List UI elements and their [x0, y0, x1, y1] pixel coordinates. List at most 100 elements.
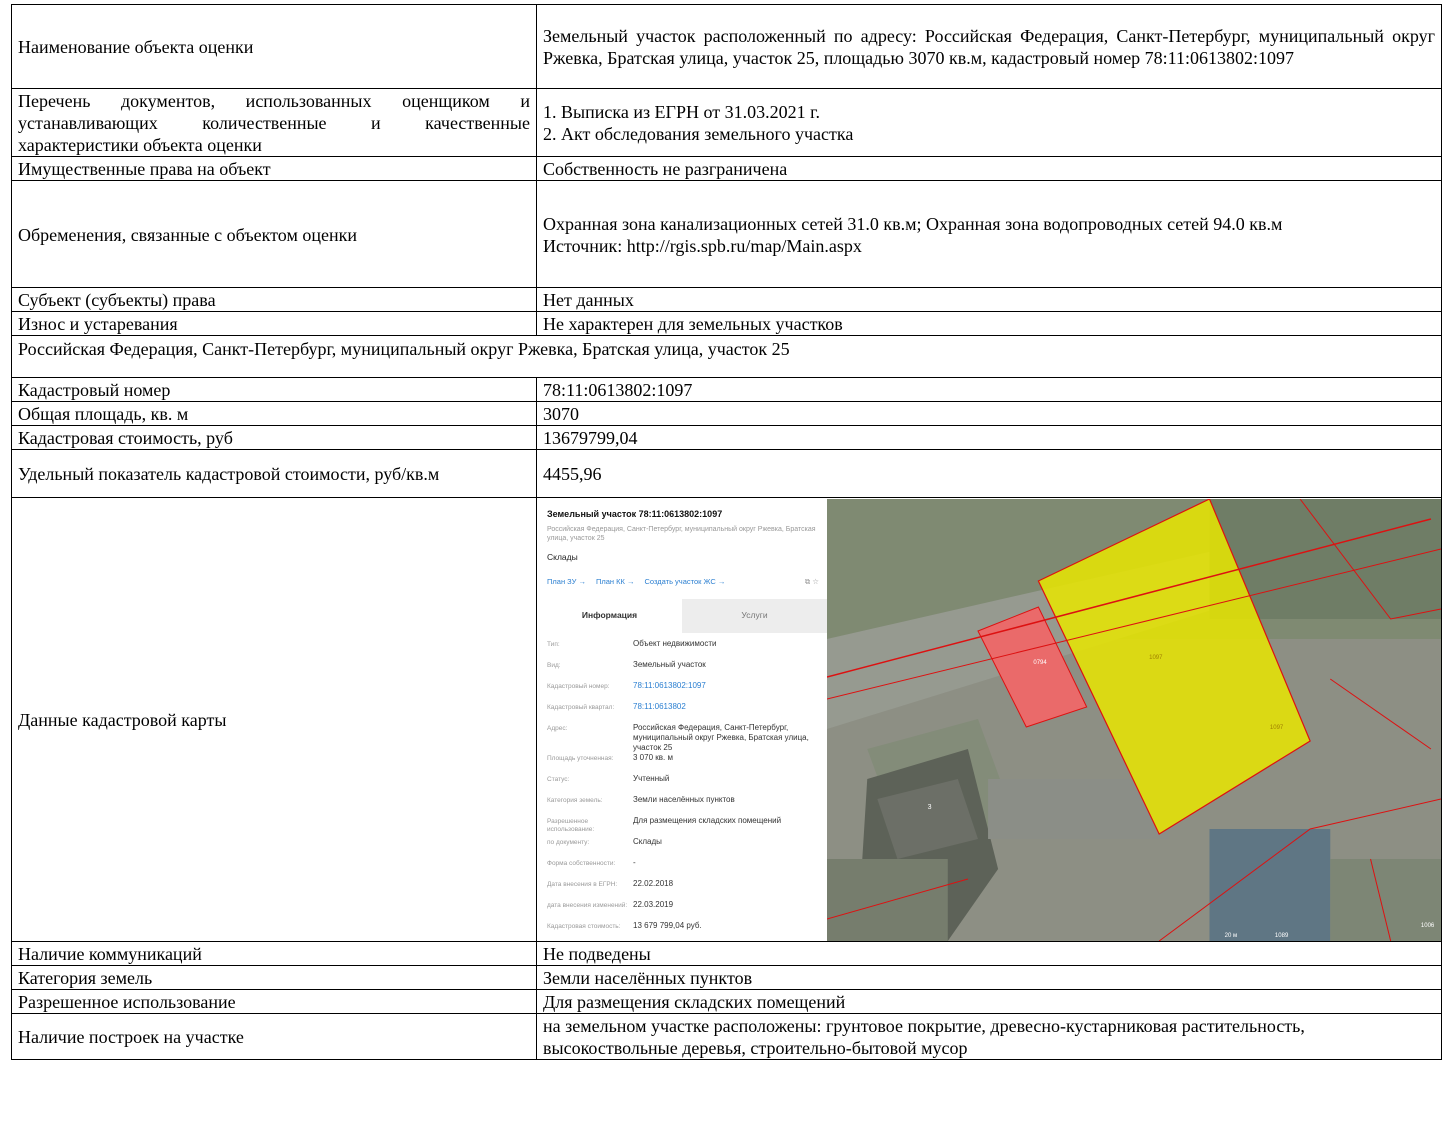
cell-subject-value: Нет данных — [536, 287, 1442, 312]
share-star-icon[interactable]: ⧉ ☆ — [805, 571, 819, 593]
panel-kind: Склады — [547, 551, 578, 562]
panel-field-value: Учтенный — [633, 773, 670, 783]
map-info-panel: Земельный участок 78:11:0613802:1097 Рос… — [537, 498, 827, 941]
panel-field-row: Адрес: Российская Федерация, Санкт-Петерб… — [547, 723, 827, 753]
panel-field-row: Площадь уточненная: 3 070 кв. м — [547, 753, 827, 774]
panel-field-key: дата внесения изменений: — [547, 901, 628, 909]
panel-field-key: Вид: — [547, 661, 561, 669]
cell-communications-value: Не подведены — [536, 941, 1442, 966]
tab-services[interactable]: Услуги — [682, 598, 827, 633]
create-plot-link[interactable]: Создать участок ЖС → — [644, 571, 725, 593]
encumbrance-text: Охранная зона канализационных сетей 31.0… — [543, 213, 1283, 234]
cell-map-label: Данные кадастровой карты — [11, 497, 537, 942]
satellite-image: 1097 1097 0794 3 1089 1006 20 м — [827, 498, 1441, 941]
panel-tabs: Информация Услуги — [537, 598, 827, 633]
cell-permitted-use-value: Для размещения складских помещений — [536, 989, 1442, 1014]
cell-cadastral-number-label: Кадастровый номер — [11, 377, 537, 402]
cell-permitted-use-label: Разрешенное использование — [11, 989, 537, 1014]
panel-field-row: Категория земель: Земли населённых пункто… — [547, 795, 827, 816]
panel-field-value: 22.02.2018 — [633, 878, 674, 888]
cadastral-map: Земельный участок 78:11:0613802:1097 Рос… — [537, 498, 1441, 941]
document-item-1: 1. Выписка из ЕГРН от 31.03.2021 г. — [543, 102, 820, 122]
cell-rights-value: Собственность не разграничена — [536, 156, 1442, 181]
cell-map-value: Земельный участок 78:11:0613802:1097 Рос… — [536, 497, 1442, 942]
cell-encumbrances-label: Обременения, связанные с объектом оценки — [11, 180, 537, 288]
panel-field-row: Форма собственности: - — [547, 858, 827, 879]
panel-fields: Тип: Объект недвижимости Вид: Земельный уча… — [547, 639, 827, 941]
panel-field-key: Разрешенное использование: — [547, 817, 595, 833]
panel-field-row: Разрешенное использование: Для размещения… — [547, 816, 827, 837]
panel-field-value: Российская Федерация, Санкт-Петербург, м… — [633, 722, 809, 752]
cell-subject-label: Субъект (субъекты) права — [11, 287, 537, 312]
tab-information[interactable]: Информация — [537, 599, 682, 633]
cell-documents-label: Перечень документов, использованных оцен… — [11, 88, 537, 157]
map-label-1006: 1006 — [1421, 923, 1435, 929]
panel-field-key: Кадастровая стоимость: — [547, 922, 621, 930]
plan-kk-link[interactable]: План КК → — [596, 571, 635, 593]
panel-field-value[interactable]: 78:11:0613802 — [633, 702, 827, 712]
cell-buildings-value: на земельном участке расположены: грунто… — [536, 1013, 1442, 1060]
panel-field-key: Форма собственности: — [547, 859, 616, 867]
map-label-1097a: 1097 — [1149, 655, 1163, 661]
panel-field-value: Земли населённых пунктов — [633, 794, 735, 804]
panel-field-key: по документу: — [547, 838, 590, 846]
panel-field-key: Кадастровый номер: — [547, 682, 610, 690]
panel-field-row: Тип: Объект недвижимости — [547, 639, 827, 660]
panel-subtitle: Российская Федерация, Санкт-Петербург, м… — [547, 525, 816, 542]
panel-field-value: 22.03.2019 — [633, 899, 674, 909]
panel-field-value: - — [633, 857, 636, 867]
map-label-1089: 1089 — [1275, 933, 1289, 939]
cell-buildings-label: Наличие построек на участке — [11, 1013, 537, 1060]
cell-rights-label: Имущественные права на объект — [11, 156, 537, 181]
map-label-3: 3 — [928, 804, 932, 811]
cell-cadastral-number-value: 78:11:0613802:1097 — [536, 377, 1442, 402]
panel-field-value: Земельный участок — [633, 659, 706, 669]
cell-specific-cost-value: 4455,96 — [536, 449, 1442, 498]
address-row: Российская Федерация, Санкт-Петербург, м… — [11, 335, 1442, 378]
map-label-1097b: 1097 — [1270, 725, 1284, 731]
property-table: Наименование объекта оценки Земельный уч… — [11, 4, 1442, 1060]
cell-encumbrances-value: Охранная зона канализационных сетей 31.0… — [536, 180, 1442, 288]
plan-zu-link[interactable]: План ЗУ → — [547, 571, 586, 593]
panel-field-key: Кадастровый квартал: — [547, 703, 615, 711]
panel-field-key: Категория земель: — [547, 796, 603, 804]
panel-field-row: Статус: Учтенный — [547, 774, 827, 795]
panel-links: План ЗУ → План КК → Создать участок ЖС →… — [547, 571, 827, 593]
cell-area-value: 3070 — [536, 401, 1442, 426]
panel-field-value: Для размещения складских помещений — [633, 815, 782, 825]
panel-field-value: Объект недвижимости — [633, 638, 717, 648]
cell-object-name-label: Наименование объекта оценки — [11, 4, 537, 89]
cell-communications-label: Наличие коммуникаций — [11, 941, 537, 966]
map-scale: 20 м — [1225, 933, 1238, 939]
map-label-0794: 0794 — [1033, 660, 1047, 666]
panel-field-row: Кадастровый номер: 78:11:0613802:1097 — [547, 681, 827, 702]
panel-field-value: 3 070 кв. м — [633, 752, 673, 762]
panel-title: Земельный участок 78:11:0613802:1097 — [547, 508, 723, 519]
cell-area-label: Общая площадь, кв. м — [11, 401, 537, 426]
satellite-map: 1097 1097 0794 3 1089 1006 20 м — [827, 498, 1441, 941]
panel-field-value: 13 679 799,04 руб. — [633, 920, 702, 930]
panel-field-value: Склады — [633, 836, 662, 846]
cell-land-category-value: Земли населённых пунктов — [536, 965, 1442, 990]
cell-specific-cost-label: Удельный показатель кадастровой стоимост… — [11, 449, 537, 498]
cell-documents-value: 1. Выписка из ЕГРН от 31.03.2021 г. 2. А… — [536, 88, 1442, 157]
cell-wear-value: Не характерен для земельных участков — [536, 311, 1442, 336]
panel-field-row: по документу: Склады — [547, 837, 827, 858]
panel-field-key: Дата внесения в ЕГРН: — [547, 880, 618, 888]
panel-field-row: дата внесения изменений: 22.03.2019 — [547, 900, 827, 921]
panel-field-key: Адрес: — [547, 724, 568, 732]
panel-field-row: Кадастровый квартал: 78:11:0613802 — [547, 702, 827, 723]
panel-field-row: Вид: Земельный участок — [547, 660, 827, 681]
panel-field-key: Статус: — [547, 775, 570, 783]
panel-field-row: Дата внесения в ЕГРН: 22.02.2018 — [547, 879, 827, 900]
panel-field-key: Тип: — [547, 640, 560, 648]
cell-land-category-label: Категория земель — [11, 965, 537, 990]
cell-cadastral-cost-value: 13679799,04 — [536, 425, 1442, 450]
panel-field-value[interactable]: 78:11:0613802:1097 — [633, 681, 827, 691]
encumbrance-source: Источник: http://rgis.spb.ru/map/Main.as… — [543, 235, 862, 256]
cell-object-name-value: Земельный участок расположенный по адрес… — [536, 4, 1442, 89]
document-item-2: 2. Акт обследования земельного участка — [543, 124, 854, 144]
panel-field-key: Площадь уточненная: — [547, 754, 614, 762]
cell-cadastral-cost-label: Кадастровая стоимость, руб — [11, 425, 537, 450]
panel-field-row: Кадастровая стоимость: 13 679 799,04 руб. — [547, 921, 827, 941]
